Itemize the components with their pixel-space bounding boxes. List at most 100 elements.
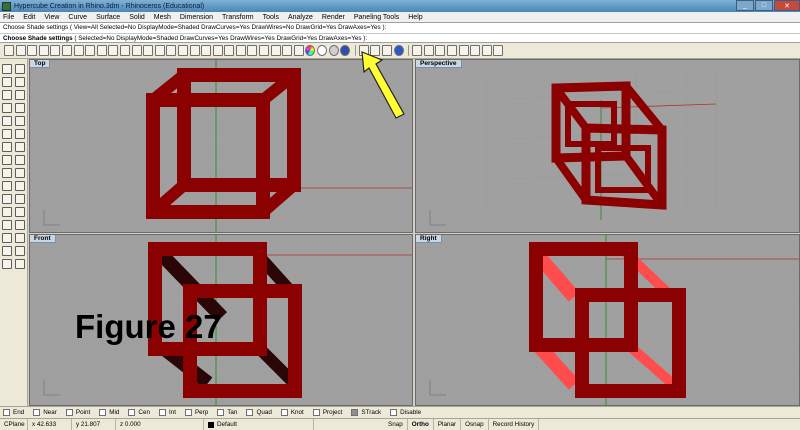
checkbox-icon[interactable] xyxy=(280,409,288,416)
extrude-icon[interactable] xyxy=(15,129,26,139)
osnap-int[interactable]: Int xyxy=(158,409,176,416)
status-ortho[interactable]: Ortho xyxy=(408,418,434,430)
four-viewports-icon[interactable] xyxy=(201,45,212,56)
menu-dimension[interactable]: Dimension xyxy=(180,14,213,21)
boolean-icon[interactable] xyxy=(1,168,12,178)
maximize-button[interactable]: □ xyxy=(755,0,773,11)
polyline-icon[interactable] xyxy=(1,77,12,87)
viewport-tab-top[interactable]: Top xyxy=(30,60,51,68)
osnap-perp[interactable]: Perp xyxy=(184,409,208,416)
command-prompt[interactable]: Choose Shade settings ( Selected=No Disp… xyxy=(0,33,800,43)
box-icon[interactable] xyxy=(1,142,12,152)
orient-icon[interactable] xyxy=(481,45,492,56)
osnap-strack[interactable]: STrack xyxy=(351,409,381,416)
checkbox-icon[interactable] xyxy=(351,409,359,416)
rotate-view-icon[interactable] xyxy=(131,45,142,56)
copy-icon[interactable] xyxy=(73,45,84,56)
open-file-icon[interactable] xyxy=(15,45,26,56)
zoom-window-icon[interactable] xyxy=(154,45,165,56)
surface-icon[interactable] xyxy=(1,129,12,139)
select-icon[interactable] xyxy=(235,45,246,56)
menu-curve[interactable]: Curve xyxy=(68,14,87,21)
freeform-icon[interactable] xyxy=(15,116,26,126)
osnap-quad[interactable]: Quad xyxy=(246,409,272,416)
status-record-history[interactable]: Record History xyxy=(489,418,540,430)
osnap-near[interactable]: Near xyxy=(33,409,57,416)
analyze-icon[interactable] xyxy=(15,246,26,256)
menu-paneling-tools[interactable]: Paneling Tools xyxy=(354,14,399,21)
checkbox-icon[interactable] xyxy=(184,409,192,416)
cplane-icon[interactable] xyxy=(224,45,235,56)
menu-help[interactable]: Help xyxy=(408,14,422,21)
viewport-tab-right[interactable]: Right xyxy=(416,235,442,243)
cut-icon[interactable] xyxy=(61,45,72,56)
hide-icon[interactable] xyxy=(247,45,258,56)
new-file-icon[interactable] xyxy=(4,45,14,56)
osnap-point[interactable]: Point xyxy=(65,409,90,416)
osnap-disable[interactable]: Disable xyxy=(390,409,421,416)
menu-mesh[interactable]: Mesh xyxy=(154,14,171,21)
circle-icon[interactable] xyxy=(1,90,12,100)
checkbox-icon[interactable] xyxy=(33,409,41,416)
import-icon[interactable] xyxy=(50,45,61,56)
gumball-icon[interactable] xyxy=(493,45,504,56)
viewport-tab-perspective[interactable]: Perspective xyxy=(416,60,462,68)
properties-icon[interactable] xyxy=(293,45,304,56)
status-planar[interactable]: Planar xyxy=(434,418,462,430)
array-icon[interactable] xyxy=(470,45,481,56)
osnap-knot[interactable]: Knot xyxy=(280,409,304,416)
viewport-tab-front[interactable]: Front xyxy=(30,235,56,243)
explode-icon[interactable] xyxy=(15,194,26,204)
cylinder-icon[interactable] xyxy=(1,155,12,165)
pan-icon[interactable] xyxy=(119,45,130,56)
viewport-right[interactable]: Right xyxy=(415,234,800,406)
dimension-icon[interactable] xyxy=(15,233,26,243)
text-icon[interactable] xyxy=(1,246,12,256)
checkbox-icon[interactable] xyxy=(3,409,10,416)
undo-icon[interactable] xyxy=(96,45,107,56)
layout-icon[interactable] xyxy=(15,259,26,269)
menu-file[interactable]: File xyxy=(3,14,14,21)
polygon-icon[interactable] xyxy=(1,116,12,126)
ellipse-icon[interactable] xyxy=(15,90,26,100)
checkbox-icon[interactable] xyxy=(246,409,254,416)
checkbox-icon[interactable] xyxy=(390,409,398,416)
offset-icon[interactable] xyxy=(1,207,12,217)
copy-object-icon[interactable] xyxy=(423,45,434,56)
viewport-top[interactable]: Top xyxy=(29,59,413,233)
mirror-icon[interactable] xyxy=(458,45,469,56)
layer-icon[interactable] xyxy=(282,45,293,56)
zoom-icon[interactable] xyxy=(143,45,154,56)
split-icon[interactable] xyxy=(15,181,26,191)
lock-icon[interactable] xyxy=(259,45,270,56)
osnap-tan[interactable]: Tan xyxy=(217,409,237,416)
checkbox-icon[interactable] xyxy=(99,409,107,416)
scale-left-icon[interactable] xyxy=(1,233,12,243)
paste-icon[interactable] xyxy=(85,45,96,56)
menu-edit[interactable]: Edit xyxy=(23,14,35,21)
checkbox-icon[interactable] xyxy=(128,409,136,416)
status-snap[interactable]: Snap xyxy=(384,418,408,430)
move-icon[interactable] xyxy=(412,45,423,56)
osnap-mid[interactable]: Mid xyxy=(99,409,119,416)
menu-transform[interactable]: Transform xyxy=(222,14,254,21)
curve-icon[interactable] xyxy=(15,77,26,87)
checkbox-icon[interactable] xyxy=(312,409,320,416)
viewport-perspective[interactable]: Perspective xyxy=(415,59,800,233)
rotate-icon[interactable] xyxy=(435,45,446,56)
trim-icon[interactable] xyxy=(1,181,12,191)
point-icon[interactable] xyxy=(15,64,26,74)
menu-tools[interactable]: Tools xyxy=(263,14,279,21)
grid-icon[interactable] xyxy=(212,45,223,56)
wireframe-sphere-icon[interactable] xyxy=(317,45,328,56)
osnap-project[interactable]: Project xyxy=(312,409,342,416)
print-icon[interactable] xyxy=(38,45,49,56)
arc-icon[interactable] xyxy=(1,103,12,113)
save-icon[interactable] xyxy=(27,45,38,56)
fillet-icon[interactable] xyxy=(15,168,26,178)
mesh-icon[interactable] xyxy=(15,155,26,165)
rendered-sphere-icon[interactable] xyxy=(340,45,351,56)
move-left-icon[interactable] xyxy=(15,207,26,217)
checkbox-icon[interactable] xyxy=(65,409,73,416)
color-wheel-icon[interactable] xyxy=(305,45,316,56)
